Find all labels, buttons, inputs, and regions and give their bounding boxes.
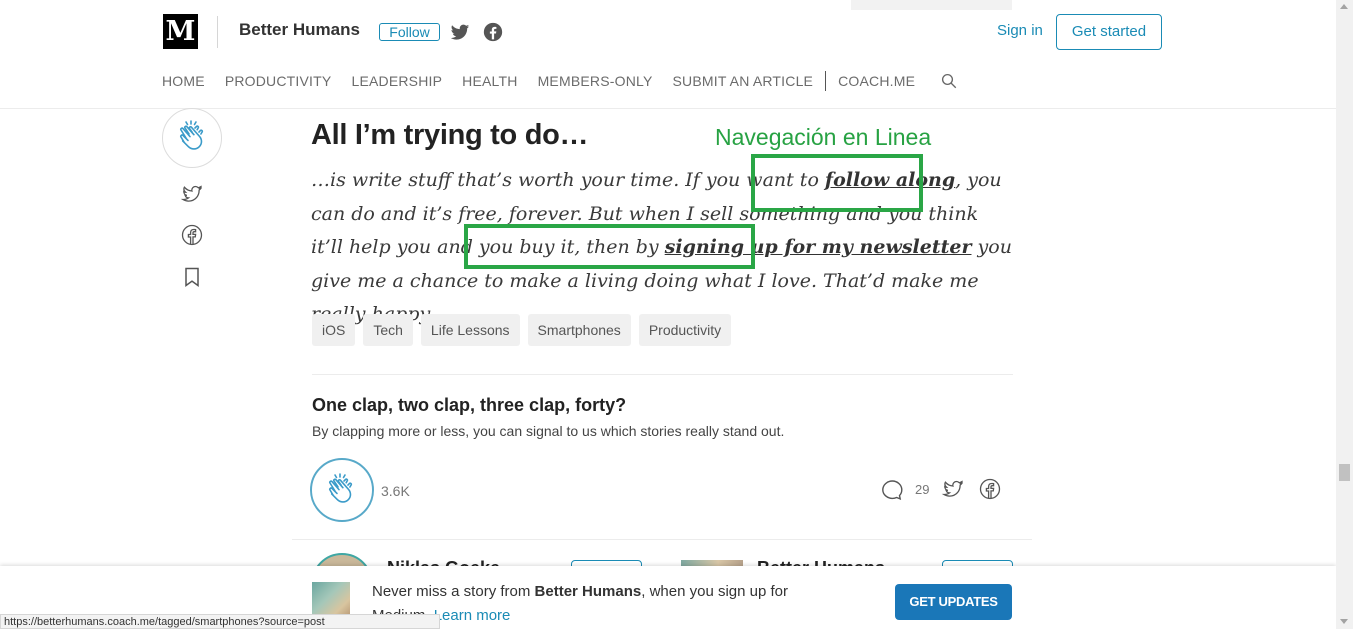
annotation-box-follow-along — [751, 154, 923, 212]
clap-prompt-title: One clap, two clap, three clap, forty? — [312, 395, 627, 415]
nav-submit-article[interactable]: SUBMIT AN ARTICLE — [673, 73, 814, 89]
tag-life-lessons[interactable]: Life Lessons — [420, 314, 520, 346]
tag-ios[interactable]: iOS — [312, 314, 356, 346]
top-ghost-image — [851, 0, 1012, 10]
get-started-button[interactable]: Get started — [1056, 14, 1162, 50]
browser-status-url: https://betterhumans.coach.me/tagged/sma… — [0, 614, 440, 629]
publication-nav: HOME PRODUCTIVITY LEADERSHIP HEALTH MEMB… — [162, 71, 958, 91]
clap-icon — [180, 120, 204, 150]
scrollbar-thumb[interactable] — [1339, 464, 1350, 481]
banner-text: Never miss a story from — [372, 583, 535, 600]
nav-productivity[interactable]: PRODUCTIVITY — [225, 73, 332, 89]
nav-health[interactable]: HEALTH — [462, 73, 517, 89]
publication-name[interactable]: Better Humans — [239, 20, 360, 40]
bookmark-icon[interactable] — [180, 265, 204, 289]
nav-members-only[interactable]: MEMBERS-ONLY — [538, 73, 653, 89]
twitter-icon[interactable] — [449, 21, 471, 43]
annotation-box-newsletter — [464, 224, 755, 269]
scroll-up-arrow-icon[interactable] — [1340, 4, 1348, 9]
clap-prompt-subtitle: By clapping more or less, you can signal… — [312, 423, 785, 439]
tag-tech[interactable]: Tech — [363, 314, 413, 346]
section-divider — [292, 539, 1032, 540]
nav-coach-me[interactable]: COACH.ME — [838, 73, 915, 89]
follow-button[interactable]: Follow — [379, 23, 440, 41]
tag-list: iOS Tech Life Lessons Smartphones Produc… — [312, 314, 739, 346]
section-divider — [312, 374, 1013, 375]
tag-productivity[interactable]: Productivity — [638, 314, 732, 346]
facebook-share-bottom-icon[interactable] — [978, 477, 1002, 501]
twitter-share-icon[interactable] — [180, 182, 204, 206]
article-title: All I’m trying to do… — [311, 119, 589, 151]
nav-leadership[interactable]: LEADERSHIP — [351, 73, 442, 89]
responses-count: 29 — [915, 482, 930, 497]
search-icon[interactable] — [940, 72, 958, 90]
get-updates-button[interactable]: GET UPDATES — [895, 584, 1012, 620]
clap-icon — [329, 473, 353, 503]
paragraph-text: …is write stuff that’s worth your time. … — [311, 169, 825, 191]
scroll-down-arrow-icon[interactable] — [1340, 619, 1348, 624]
sign-in-link[interactable]: Sign in — [997, 22, 1043, 39]
banner-message: Never miss a story from Better Humans, w… — [372, 580, 842, 628]
tag-smartphones[interactable]: Smartphones — [527, 314, 631, 346]
banner-publication: Better Humans — [534, 583, 642, 600]
twitter-share-bottom-icon[interactable] — [941, 477, 965, 501]
clap-button[interactable] — [162, 108, 222, 168]
nav-separator — [825, 71, 827, 91]
nav-home[interactable]: HOME — [162, 73, 205, 89]
responses-icon[interactable] — [880, 477, 904, 501]
vertical-scrollbar[interactable] — [1336, 0, 1353, 629]
facebook-share-icon[interactable] — [180, 223, 204, 247]
learn-more-link[interactable]: Learn more — [434, 607, 511, 624]
logo-divider — [217, 16, 218, 48]
annotation-label: Navegación en Linea — [715, 124, 932, 150]
facebook-icon[interactable] — [482, 21, 504, 43]
large-clap-button[interactable] — [310, 458, 374, 522]
medium-logo[interactable]: M — [163, 14, 198, 49]
clap-count: 3.6K — [381, 483, 410, 499]
